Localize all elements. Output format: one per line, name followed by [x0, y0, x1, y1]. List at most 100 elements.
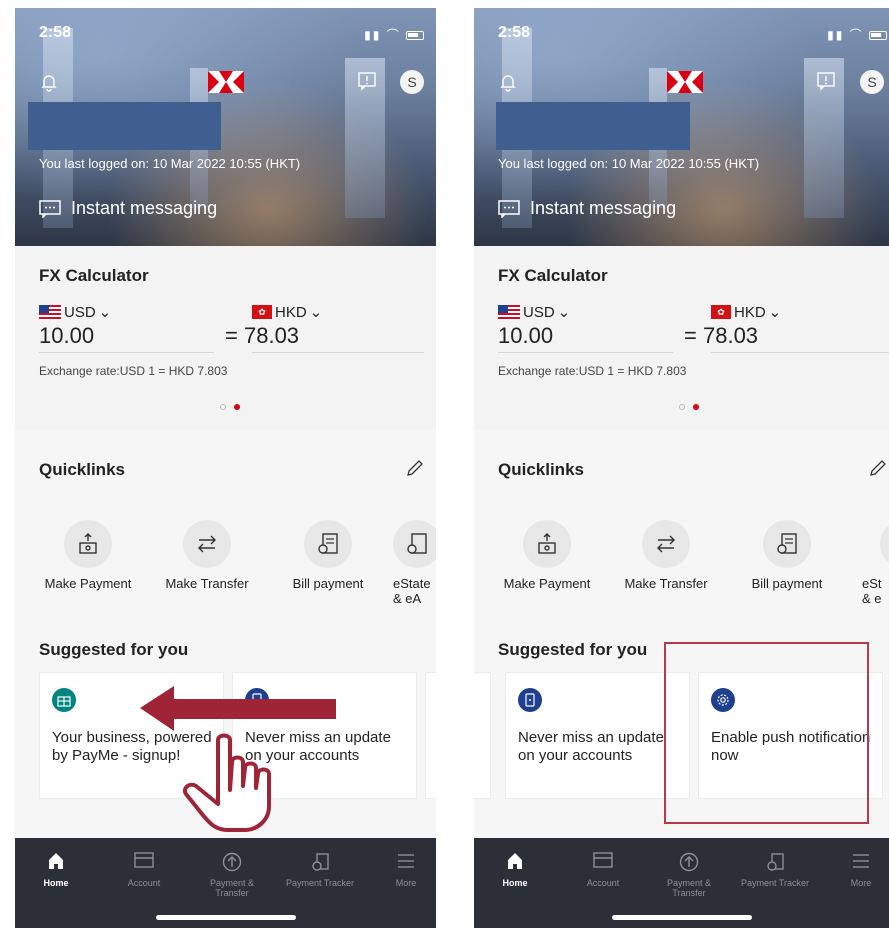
suggestion-card-partial[interactable]: E n: [425, 672, 436, 799]
suggestion-card-updates[interactable]: Never miss an update on your accounts: [505, 672, 690, 799]
exchange-rate-text: Exchange rate:USD 1 = HKD 7.803: [39, 364, 228, 378]
status-bar: 2:58 ▮▮ ⌒: [15, 8, 436, 56]
chevron-down-icon: ⌄: [768, 304, 782, 321]
nav-home[interactable]: Home: [480, 852, 550, 888]
bill-icon: [777, 533, 797, 554]
payme-icon: [52, 688, 76, 712]
status-time: 2:58: [498, 24, 531, 41]
to-amount-output[interactable]: = 78.03: [225, 323, 299, 349]
instant-messaging-label: Instant messaging: [530, 198, 677, 218]
carousel-dot-active[interactable]: [234, 404, 240, 410]
nav-more[interactable]: More: [826, 852, 889, 888]
status-bar: 2:58 ▮▮ ⌒: [474, 8, 889, 56]
fx-title: FX Calculator: [39, 266, 149, 285]
instant-messaging-label: Instant messaging: [71, 198, 218, 218]
home-indicator: [611, 915, 752, 920]
home-icon: [49, 853, 63, 869]
nav-payment-tracker[interactable]: Payment Tracker: [285, 852, 355, 888]
suggested-title: Suggested for you: [39, 640, 189, 659]
from-currency-select[interactable]: USD ⌄: [39, 303, 111, 321]
hsbc-logo-icon: [667, 71, 703, 93]
nav-account[interactable]: Account: [568, 852, 638, 888]
bell-icon[interactable]: [498, 72, 518, 92]
nav-account[interactable]: Account: [109, 852, 179, 888]
us-flag-icon: [498, 305, 520, 319]
bottom-nav: Home Account Payment & Transfer Payment …: [15, 838, 436, 928]
hk-flag-icon: ✿: [711, 305, 731, 319]
fx-calculator-card: FX Calculator USD ⌄ ✿ HKD ⌄ 10.00 = 78.03 E…: [15, 246, 436, 429]
pencil-edit-icon[interactable]: [405, 458, 425, 478]
redacted-name: [28, 102, 221, 150]
phone-alert-icon: [518, 688, 542, 712]
exchange-rate-text: Exchange rate:USD 1 = HKD 7.803: [498, 364, 687, 378]
chevron-down-icon: ⌄: [98, 304, 112, 321]
carousel-dot[interactable]: [679, 404, 685, 410]
nav-payment-transfer[interactable]: Payment & Transfer: [197, 852, 267, 898]
to-currency-select[interactable]: ✿ HKD ⌄: [252, 303, 322, 321]
last-login-text: You last logged on: 10 Mar 2022 10:55 (H…: [498, 156, 760, 171]
chevron-down-icon: ⌄: [557, 304, 571, 321]
quicklink-make-payment[interactable]: Make Payment: [501, 520, 593, 591]
instant-messaging-link[interactable]: Instant messaging: [498, 198, 676, 219]
arrow-up-circle-icon: [222, 852, 242, 872]
carousel-dots[interactable]: [679, 404, 699, 410]
battery-icon: [406, 31, 424, 41]
bell-icon[interactable]: [39, 72, 59, 92]
from-amount-input[interactable]: 10.00: [498, 323, 553, 349]
quicklink-make-payment[interactable]: Make Payment: [42, 520, 134, 591]
fx-title: FX Calculator: [498, 266, 608, 285]
swipe-left-hand-icon: [140, 686, 336, 832]
nav-more[interactable]: More: [371, 852, 436, 888]
tracker-icon: [312, 853, 329, 871]
quicklink-estatement-partial[interactable]: eSt & e: [862, 520, 889, 606]
from-amount-input[interactable]: 10.00: [39, 323, 94, 349]
chevron-down-icon: ⌄: [309, 304, 323, 321]
last-login-text: You last logged on: 10 Mar 2022 10:55 (H…: [39, 156, 301, 171]
quicklink-make-transfer[interactable]: Make Transfer: [161, 520, 253, 591]
hsbc-logo-icon: [208, 71, 244, 93]
fx-calculator-card: FX Calculator USD ⌄ ✿ HKD ⌄ 10.00 = 78.03 E…: [474, 246, 889, 429]
payment-icon: [79, 533, 97, 554]
bill-icon: [318, 533, 338, 554]
hk-flag-icon: ✿: [252, 305, 272, 319]
transfer-icon: [657, 535, 675, 553]
nav-payment-tracker[interactable]: Payment Tracker: [740, 852, 810, 888]
estatement-icon: [407, 533, 427, 554]
quicklinks-title: Quicklinks: [39, 460, 125, 479]
quicklink-bill-payment[interactable]: Bill payment: [282, 520, 374, 591]
message-alert-icon[interactable]: [816, 71, 836, 91]
quicklink-bill-payment[interactable]: Bill payment: [741, 520, 833, 591]
instant-messaging-link[interactable]: Instant messaging: [39, 198, 217, 219]
home-indicator: [155, 915, 296, 920]
to-amount-output[interactable]: = 78.03: [684, 323, 758, 349]
suggestion-card-offscreen[interactable]: [474, 672, 491, 799]
redacted-name: [496, 102, 690, 150]
transfer-icon: [198, 535, 216, 553]
message-alert-icon[interactable]: [357, 71, 377, 91]
carousel-dots[interactable]: [220, 404, 240, 410]
profile-avatar[interactable]: S: [860, 70, 884, 94]
nav-payment-transfer[interactable]: Payment & Transfer: [654, 852, 724, 898]
quicklink-make-transfer[interactable]: Make Transfer: [620, 520, 712, 591]
nav-home[interactable]: Home: [21, 852, 91, 888]
bottom-nav: Home Account Payment & Transfer Payment …: [474, 838, 889, 928]
status-icons: ▮▮ ⌒: [827, 26, 887, 43]
carousel-dot[interactable]: [220, 404, 226, 410]
pencil-edit-icon[interactable]: [868, 458, 888, 478]
profile-avatar[interactable]: S: [400, 70, 424, 94]
suggested-title: Suggested for you: [498, 640, 648, 659]
chat-icon: [39, 199, 61, 218]
tracker-icon: [767, 853, 784, 871]
carousel-dot-active[interactable]: [693, 404, 699, 410]
card-icon: [593, 852, 613, 868]
payment-icon: [538, 533, 556, 554]
quicklink-estatement-partial[interactable]: eState & eA: [393, 520, 436, 606]
battery-icon: [869, 31, 887, 41]
to-currency-select[interactable]: ✿ HKD ⌄: [711, 303, 781, 321]
arrow-up-circle-icon: [679, 852, 699, 872]
us-flag-icon: [39, 305, 61, 319]
menu-icon: [398, 854, 414, 868]
card-icon: [134, 852, 154, 868]
chat-icon: [498, 199, 520, 218]
from-currency-select[interactable]: USD ⌄: [498, 303, 570, 321]
